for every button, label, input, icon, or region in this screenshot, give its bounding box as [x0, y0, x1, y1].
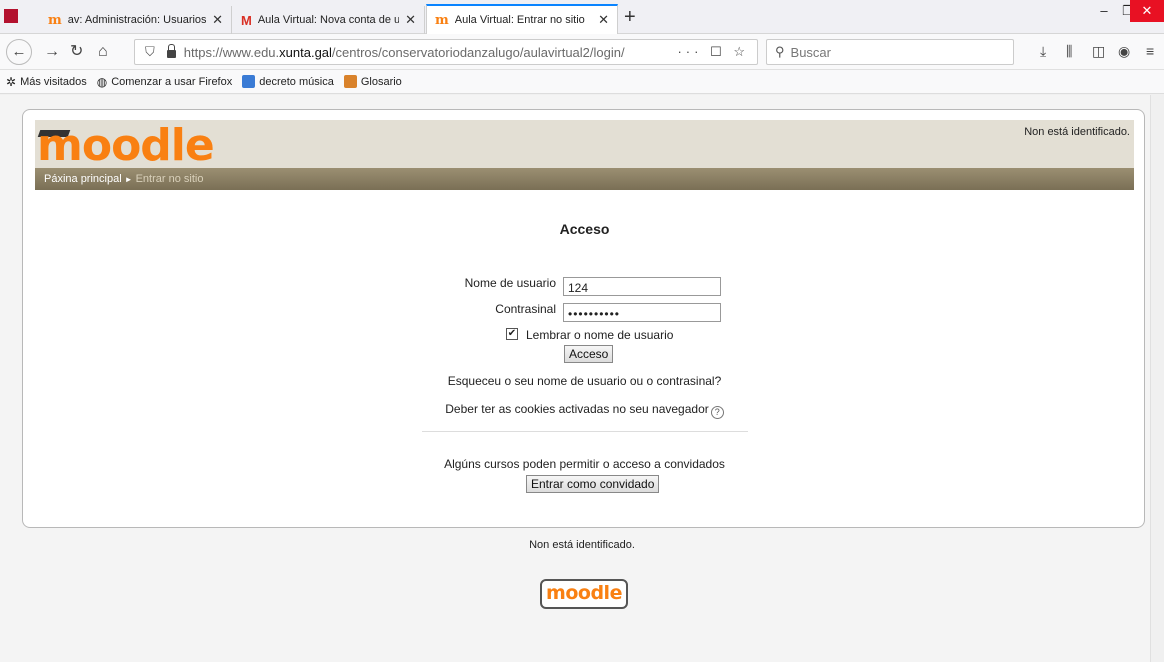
lock-icon[interactable]: [166, 44, 176, 58]
breadcrumb: Páxina principal ► Entrar no sitio: [35, 168, 1134, 190]
bookmark-most-visited[interactable]: ✲ Más visitados: [6, 75, 87, 89]
pinned-tab[interactable]: [4, 9, 18, 23]
breadcrumb-home-link[interactable]: Páxina principal: [44, 173, 122, 185]
tab-login[interactable]: m Aula Virtual: Entrar no sitio ✕: [426, 4, 618, 34]
close-tab-icon[interactable]: ✕: [212, 12, 223, 28]
footer-login-info: Non está identificado.: [529, 539, 635, 551]
bookmarks-bar: ✲ Más visitados ◍ Comenzar a usar Firefo…: [0, 70, 1164, 94]
forgot-password-link[interactable]: Esqueceu o seu nome de usuario ou o cont…: [23, 374, 1146, 388]
sidebar-icon[interactable]: ◫: [1092, 43, 1105, 60]
remember-username-label: Lembrar o nome de usuario: [526, 328, 674, 342]
cookies-text: Deber ter as cookies activadas no seu na…: [445, 402, 709, 416]
bookmark-label: Comenzar a usar Firefox: [111, 75, 233, 88]
library-icon[interactable]: ⫼: [1066, 43, 1072, 60]
navigation-bar: ← → ↻ ⌂ ⛉ https://www.edu.xunta.gal/cent…: [0, 34, 1164, 70]
tab-admin-users[interactable]: m av: Administración: Usuarios: C ✕: [40, 6, 232, 34]
username-label: Nome de usuario: [464, 276, 556, 290]
bookmark-getting-started[interactable]: ◍ Comenzar a usar Firefox: [97, 75, 233, 89]
moodle-favicon-icon: m: [48, 12, 62, 28]
site-header: moodle Non está identificado. Páxina pri…: [35, 120, 1134, 190]
page-container: moodle Non está identificado. Páxina pri…: [22, 109, 1145, 528]
tab-bar: m av: Administración: Usuarios: C ✕ M Au…: [0, 0, 1164, 34]
gmail-favicon-icon: M: [241, 12, 252, 28]
tab-title: Aula Virtual: Entrar no sitio: [454, 14, 585, 26]
search-placeholder: Buscar: [790, 44, 831, 60]
help-icon[interactable]: ?: [710, 406, 724, 419]
address-bar[interactable]: ⛉ https://www.edu.xunta.gal/centros/cons…: [134, 39, 758, 65]
bookmark-decreto[interactable]: decreto música: [242, 75, 334, 88]
globe-icon: ◍: [96, 74, 108, 89]
url-text: https://www.edu.xunta.gal/centros/conser…: [183, 44, 625, 60]
home-icon[interactable]: ⌂: [98, 42, 108, 62]
login-heading: Acceso: [559, 221, 610, 237]
login-button[interactable]: Acceso: [564, 345, 614, 363]
tab-title: av: Administración: Usuarios: C: [67, 14, 207, 26]
breadcrumb-current: Entrar no sitio: [135, 173, 204, 185]
gear-icon: ✲: [6, 74, 17, 89]
close-window-icon[interactable]: ✕: [1130, 0, 1164, 22]
new-tab-button[interactable]: +: [624, 6, 636, 28]
search-input[interactable]: ⚲ Buscar: [766, 39, 1014, 65]
tab-new-account[interactable]: M Aula Virtual: Nova conta de usu ✕: [233, 6, 425, 34]
app-icon: [242, 75, 256, 88]
search-icon: ⚲: [775, 44, 785, 59]
moodle-favicon-icon: m: [435, 12, 449, 28]
tracking-shield-icon[interactable]: ⛉: [145, 44, 155, 60]
app-icon: [343, 75, 357, 88]
login-info: Non está identificado.: [1024, 126, 1130, 138]
moodle-footer-logo[interactable]: moodle: [540, 579, 628, 609]
password-field[interactable]: ••••••••••: [563, 303, 721, 322]
bookmark-label: decreto música: [259, 75, 334, 88]
page-viewport: moodle Non está identificado. Páxina pri…: [0, 95, 1164, 662]
tab-title: Aula Virtual: Nova conta de usu: [257, 14, 400, 26]
guest-login-button[interactable]: Entrar como convidado: [526, 475, 660, 493]
close-tab-icon[interactable]: ✕: [598, 12, 609, 28]
page-actions[interactable]: ··· ☐ ☆: [677, 44, 749, 60]
bookmark-label: Glosario: [360, 75, 402, 88]
remember-username-checkbox[interactable]: ✔: [506, 328, 518, 340]
menu-icon[interactable]: ≡: [1146, 43, 1154, 59]
close-tab-icon[interactable]: ✕: [405, 12, 416, 28]
password-label: Contrasinal: [495, 302, 556, 316]
forward-icon[interactable]: →: [44, 42, 60, 62]
reload-icon[interactable]: ↻: [70, 42, 83, 62]
moodle-logo[interactable]: moodle: [37, 122, 215, 170]
username-field[interactable]: 124: [563, 277, 721, 296]
breadcrumb-separator-icon: ►: [124, 174, 133, 184]
back-icon[interactable]: ←: [6, 39, 32, 65]
guest-info: Algúns cursos poden permitir o acceso a …: [444, 457, 725, 471]
divider: [422, 431, 748, 432]
account-icon[interactable]: ◉: [1118, 43, 1130, 60]
downloads-icon[interactable]: ⤓: [1040, 43, 1046, 60]
cookies-notice: Deber ter as cookies activadas no seu na…: [23, 402, 1146, 419]
bookmark-glosario[interactable]: Glosario: [343, 75, 402, 88]
scrollbar[interactable]: [1150, 95, 1164, 662]
bookmark-label: Más visitados: [20, 75, 87, 88]
